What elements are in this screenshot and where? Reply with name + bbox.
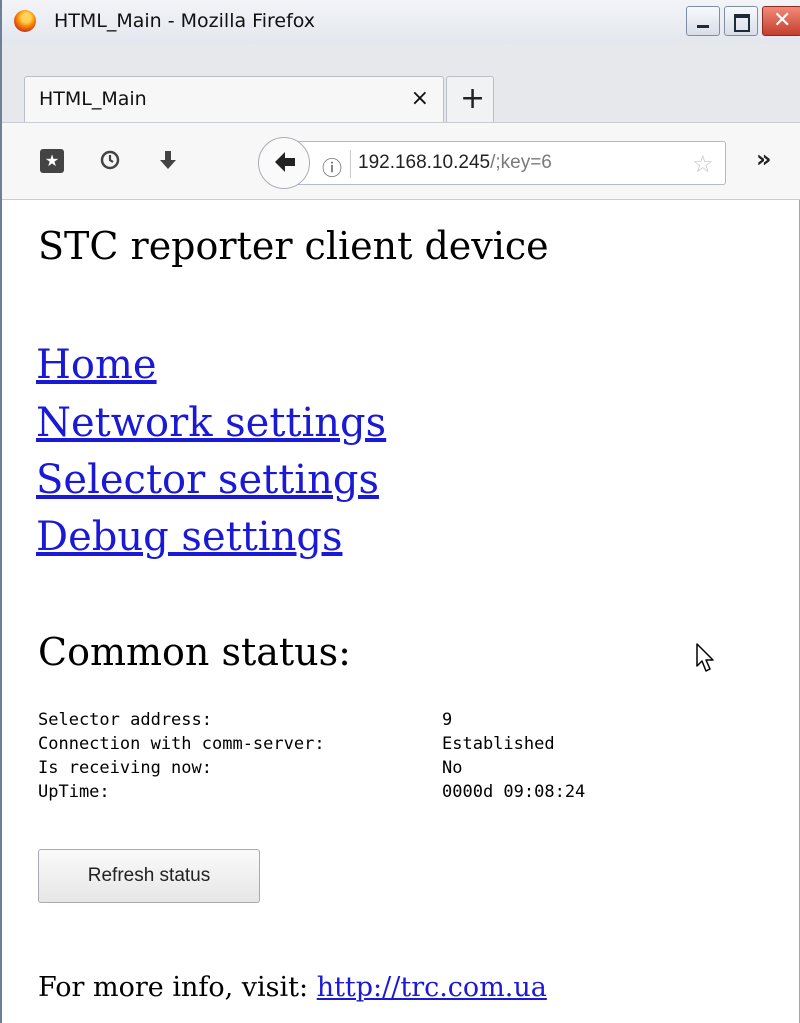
new-tab-button[interactable]: + bbox=[446, 76, 494, 122]
status-row: Connection with comm-server: Established bbox=[38, 732, 585, 756]
history-icon[interactable] bbox=[98, 149, 122, 173]
status-row: UpTime: 0000d 09:08:24 bbox=[38, 780, 585, 804]
library-icon[interactable]: ★ bbox=[40, 149, 64, 173]
website-link[interactable]: http://trc.com.ua bbox=[317, 972, 547, 1003]
tab-close-icon[interactable]: × bbox=[411, 86, 429, 111]
network-settings-link[interactable]: Network settings bbox=[36, 400, 386, 446]
home-link[interactable]: Home bbox=[36, 342, 157, 388]
close-window-button[interactable]: ✕ bbox=[762, 6, 800, 36]
page-title: STC reporter client device bbox=[38, 224, 549, 268]
footer: For more info, visit: http://trc.com.ua bbox=[38, 972, 547, 1003]
browser-window: HTML_Main - Mozilla Firefox ✕ HTML_Main … bbox=[0, 0, 800, 1023]
page-content: STC reporter client device Home Network … bbox=[2, 200, 800, 1023]
status-key: UpTime: bbox=[38, 782, 110, 802]
status-key: Connection with comm-server: bbox=[38, 734, 325, 754]
status-heading: Common status: bbox=[38, 630, 351, 674]
debug-settings-link[interactable]: Debug settings bbox=[36, 514, 342, 560]
firefox-icon bbox=[14, 10, 36, 32]
minimize-button[interactable] bbox=[686, 6, 720, 36]
status-value: Established bbox=[442, 734, 555, 754]
refresh-status-button[interactable]: Refresh status bbox=[38, 849, 260, 903]
back-arrow-icon bbox=[273, 148, 297, 182]
status-value: 9 bbox=[442, 710, 453, 730]
star-icon[interactable]: ☆ bbox=[692, 150, 714, 178]
url-path: /;key=6 bbox=[490, 152, 552, 173]
tab-html-main[interactable]: HTML_Main × bbox=[24, 76, 444, 122]
url-bar[interactable]: ⓘ 192.168.10.245/;key=6 ☆ bbox=[290, 141, 726, 185]
status-table: Selector address: 9 Connection with comm… bbox=[38, 708, 585, 804]
download-icon[interactable] bbox=[156, 149, 180, 173]
close-icon: ✕ bbox=[773, 8, 792, 33]
url-host: 192.168.10.245 bbox=[358, 152, 491, 173]
navigation-toolbar: ★ ⓘ 192.168.10.245/;key=6 ☆ » bbox=[2, 122, 800, 200]
status-value: No bbox=[442, 758, 463, 778]
url-text[interactable]: 192.168.10.245/;key=6 bbox=[358, 152, 552, 174]
footer-text: For more info, visit: bbox=[38, 972, 317, 1003]
status-row: Selector address: 9 bbox=[38, 708, 585, 732]
title-bar: HTML_Main - Mozilla Firefox ✕ bbox=[2, 0, 800, 45]
selector-settings-link[interactable]: Selector settings bbox=[36, 457, 379, 503]
window-title: HTML_Main - Mozilla Firefox bbox=[54, 10, 316, 32]
info-icon[interactable]: ⓘ bbox=[322, 152, 342, 181]
url-separator bbox=[350, 150, 351, 178]
status-key: Selector address: bbox=[38, 710, 212, 730]
status-row: Is receiving now: No bbox=[38, 756, 585, 780]
plus-icon: + bbox=[460, 81, 486, 116]
back-button[interactable] bbox=[258, 137, 310, 189]
tab-title: HTML_Main bbox=[39, 88, 147, 110]
overflow-menu-icon[interactable]: » bbox=[756, 145, 772, 173]
maximize-button[interactable] bbox=[724, 6, 758, 36]
status-value: 0000d 09:08:24 bbox=[442, 782, 586, 802]
status-key: Is receiving now: bbox=[38, 758, 212, 778]
